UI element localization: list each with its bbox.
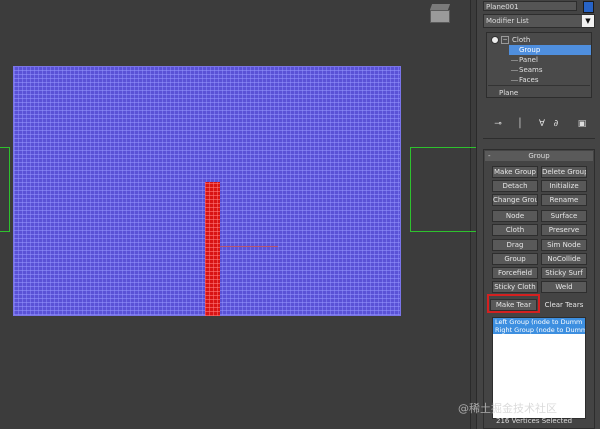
delete-group-button[interactable]: Delete Group	[541, 166, 587, 178]
tree-line	[511, 60, 518, 61]
stack-item-seams[interactable]: Seams	[519, 65, 543, 75]
list-item[interactable]: Right Group (node to Dumm	[493, 326, 585, 334]
remove-modifier-icon[interactable]: ∂	[551, 118, 561, 130]
separator	[483, 138, 595, 139]
detach-button[interactable]: Detach	[492, 180, 538, 192]
sticky-surf-button[interactable]: Sticky Surf	[541, 267, 587, 279]
object-color-swatch[interactable]	[583, 1, 594, 13]
rename-button[interactable]: Rename	[541, 194, 587, 206]
stack-divider	[488, 85, 590, 86]
node-button[interactable]: Node	[492, 210, 538, 222]
configure-modifier-sets-icon[interactable]: ▣	[577, 118, 587, 130]
modifier-stack: − Cloth Group Panel Seams Faces Plane	[486, 32, 592, 98]
vertices-selected-status: 216 Vertices Selected	[496, 417, 573, 425]
expand-icon[interactable]: −	[501, 36, 509, 44]
tree-line	[511, 70, 518, 71]
left-dummy-helper[interactable]	[0, 147, 10, 232]
command-panel: Plane001 Modifier List ▼ − Cloth Group Pa…	[476, 0, 600, 429]
surface-button[interactable]: Surface	[541, 210, 587, 222]
weld-button[interactable]: Weld	[541, 281, 587, 293]
viewport[interactable]	[0, 0, 477, 429]
collapse-icon[interactable]: -	[488, 151, 491, 161]
preserve-button[interactable]: Preserve	[541, 224, 587, 236]
stack-toolbar: ⊸ │ ∀ ∂ ▣	[487, 118, 597, 132]
stack-item-faces[interactable]: Faces	[519, 75, 538, 85]
show-end-result-icon[interactable]: │	[515, 118, 525, 130]
stack-item-cloth-label: Cloth	[512, 36, 531, 44]
stack-item-panel[interactable]: Panel	[519, 55, 538, 65]
make-unique-icon[interactable]: ∀	[537, 118, 547, 130]
initialize-button[interactable]: Initialize	[541, 180, 587, 192]
group-rollout: - Group Make Group Delete Group Detach I…	[483, 149, 595, 429]
viewcube[interactable]	[428, 4, 452, 24]
sim-node-button[interactable]: Sim Node	[541, 239, 587, 251]
stack-item-group[interactable]: Group	[509, 45, 591, 55]
make-tear-highlight	[487, 294, 540, 313]
chevron-down-icon[interactable]: ▼	[582, 15, 594, 27]
cloth-button[interactable]: Cloth	[492, 224, 538, 236]
stack-item-cloth[interactable]: − Cloth	[491, 35, 530, 45]
change-group-button[interactable]: Change Group	[492, 194, 538, 206]
lightbulb-icon[interactable]	[491, 36, 499, 44]
rollout-title: Group	[528, 152, 550, 160]
viewcube-front[interactable]	[430, 10, 450, 23]
object-name-field[interactable]: Plane001	[483, 1, 577, 11]
tear-line	[220, 246, 278, 247]
modifier-list-label: Modifier List	[486, 17, 529, 25]
watermark: @稀土掘金技术社区	[458, 402, 557, 415]
rollout-header[interactable]: - Group	[485, 151, 593, 161]
stack-item-plane[interactable]: Plane	[499, 88, 518, 98]
tree-line	[511, 80, 518, 81]
sticky-cloth-button[interactable]: Sticky Cloth	[492, 281, 538, 293]
selected-tear-vertices[interactable]	[205, 182, 220, 316]
nocollide-button[interactable]: NoCollide	[541, 253, 587, 265]
modifier-list-dropdown[interactable]: Modifier List ▼	[483, 14, 595, 28]
drag-button[interactable]: Drag	[492, 239, 538, 251]
list-item[interactable]: Left Group (node to Dumm	[493, 318, 585, 326]
group-button[interactable]: Group	[492, 253, 538, 265]
pin-stack-icon[interactable]: ⊸	[493, 118, 503, 130]
make-group-button[interactable]: Make Group	[492, 166, 538, 178]
clear-tears-button[interactable]: Clear Tears	[541, 299, 587, 311]
forcefield-button[interactable]: Forcefield	[492, 267, 538, 279]
right-dummy-helper[interactable]	[410, 147, 477, 232]
